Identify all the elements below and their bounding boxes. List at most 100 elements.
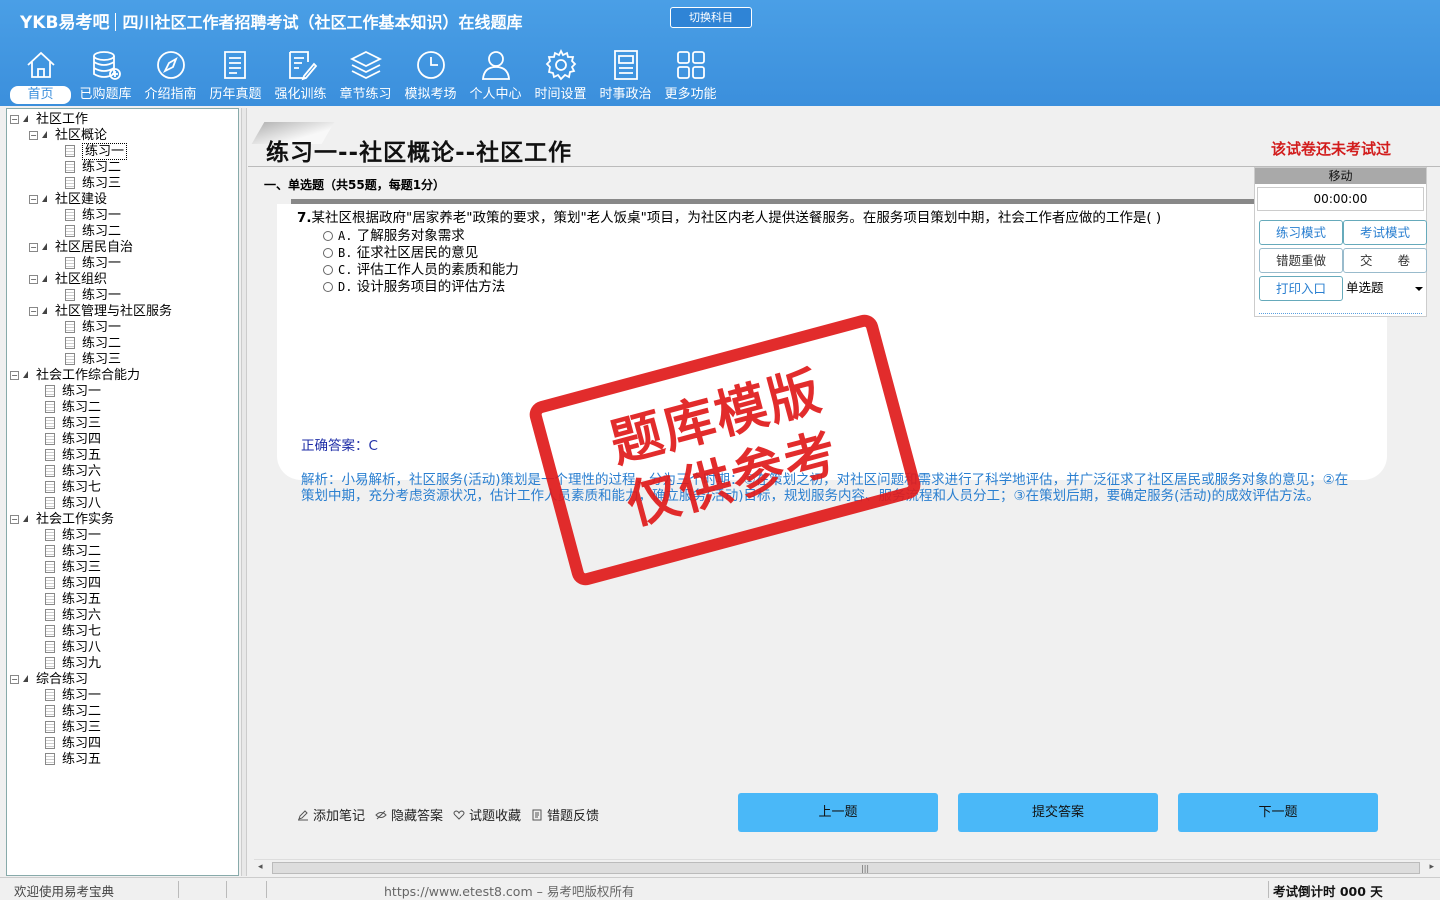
favorite-button[interactable]: 试题收藏 <box>453 805 521 824</box>
switch-subject-button[interactable]: 切换科目 <box>670 7 752 28</box>
tree-item-exercise[interactable]: 练习二 <box>45 704 101 720</box>
add-note-label: 添加笔记 <box>313 809 366 824</box>
tree-item-exercise[interactable]: 练习七 <box>45 624 101 640</box>
tree-item-exercise[interactable]: 练习三 <box>65 176 121 192</box>
tree-item-exercise[interactable]: 练习一 <box>45 528 101 544</box>
radio-button[interactable] <box>323 265 333 275</box>
tree-item-category[interactable]: − 社区建设 <box>29 192 107 208</box>
tree-item-exercise[interactable]: 练习四 <box>45 736 101 752</box>
nav-item-7[interactable]: 个人中心 <box>463 46 528 104</box>
tree-item-exercise[interactable]: 练习一 <box>65 256 121 272</box>
tree-item-label: 练习四 <box>62 576 102 591</box>
print-entry-button[interactable]: 打印入口 <box>1259 276 1343 301</box>
document-icon <box>45 497 55 509</box>
question-type-select[interactable]: 单选题 <box>1343 276 1427 301</box>
collapse-toggle-icon[interactable]: − <box>29 307 38 316</box>
tree-item-exercise[interactable]: 练习三 <box>45 720 101 736</box>
collapse-toggle-icon[interactable]: − <box>10 675 19 684</box>
nav-item-4[interactable]: 强化训练 <box>268 46 333 104</box>
add-note-button[interactable]: 添加笔记 <box>297 805 365 824</box>
pane-splitter[interactable] <box>241 108 247 876</box>
tree-item-exercise[interactable]: 练习一 <box>65 320 121 336</box>
tree-item-label: 练习二 <box>82 224 122 239</box>
tree-item-exercise[interactable]: 练习七 <box>45 480 101 496</box>
nav-item-0[interactable]: 首页 <box>8 46 73 104</box>
document-icon <box>45 753 55 765</box>
tree-item-exercise[interactable]: 练习五 <box>45 448 101 464</box>
radio-button[interactable] <box>323 282 333 292</box>
answer-option[interactable]: D. 设计服务项目的评估方法 <box>323 275 505 295</box>
nav-item-8[interactable]: 时间设置 <box>528 46 593 104</box>
prev-question-button[interactable]: 上一题 <box>738 793 938 832</box>
nav-item-2[interactable]: 介绍指南 <box>138 46 203 104</box>
nav-item-label: 强化训练 <box>274 87 327 102</box>
tree-item-exercise[interactable]: 练习三 <box>45 416 101 432</box>
option-text: 设计服务项目的评估方法 <box>356 279 506 295</box>
submit-paper-button[interactable]: 交 卷 <box>1343 248 1427 273</box>
tree-item-exercise[interactable]: 练习八 <box>45 496 101 512</box>
scrollbar-thumb[interactable]: ||| <box>272 862 1420 874</box>
tree-item-exercise[interactable]: 练习六 <box>45 608 101 624</box>
tree-item-exercise[interactable]: 练习三 <box>65 352 121 368</box>
next-question-button[interactable]: 下一题 <box>1178 793 1378 832</box>
tree-item-exercise[interactable]: 练习二 <box>45 544 101 560</box>
nav-item-label: 介绍指南 <box>144 87 197 102</box>
tree-item-exercise[interactable]: 练习八 <box>45 640 101 656</box>
hide-answer-button[interactable]: 隐藏答案 <box>375 805 443 824</box>
tree-item-exercise[interactable]: 练习三 <box>45 560 101 576</box>
tree-item-exercise[interactable]: 练习二 <box>45 400 101 416</box>
tree-item-category[interactable]: − 社区工作 <box>10 112 88 128</box>
tree-item-exercise[interactable]: 练习九 <box>45 656 101 672</box>
nav-item-5[interactable]: 章节练习 <box>333 46 398 104</box>
tree-item-category[interactable]: − 社会工作实务 <box>10 512 114 528</box>
collapse-toggle-icon[interactable]: − <box>10 515 19 524</box>
nav-item-9[interactable]: 时事政治 <box>593 46 658 104</box>
horizontal-scrollbar[interactable]: ◂ ||| ▸ <box>254 859 1440 875</box>
radio-button[interactable] <box>323 231 333 241</box>
tree-item-exercise[interactable]: 练习二 <box>65 224 121 240</box>
tree-item-exercise[interactable]: 练习一 <box>65 208 121 224</box>
collapse-toggle-icon[interactable]: − <box>29 275 38 284</box>
collapse-toggle-icon[interactable]: − <box>29 131 38 140</box>
tree-item-exercise[interactable]: 练习四 <box>45 432 101 448</box>
chapter-tree[interactable]: − 社区工作 − 社区概论 练习一 练习二 练习三 − 社区建设 练习一 练习二 − 社区居民自治 练习一… <box>6 108 239 876</box>
exam-mode-button[interactable]: 考试模式 <box>1343 220 1427 245</box>
tree-item-exercise[interactable]: 练习一 <box>65 143 128 160</box>
tree-item-category[interactable]: − 社区管理与社区服务 <box>29 304 172 320</box>
practice-mode-button[interactable]: 练习模式 <box>1259 220 1343 245</box>
nav-item-10[interactable]: 更多功能 <box>658 46 723 104</box>
tree-item-exercise[interactable]: 练习二 <box>65 160 121 176</box>
tree-item-exercise[interactable]: 练习五 <box>45 752 101 768</box>
tree-item-exercise[interactable]: 练习六 <box>45 464 101 480</box>
collapse-toggle-icon[interactable]: − <box>10 371 19 380</box>
tree-item-exercise[interactable]: 练习四 <box>45 576 101 592</box>
tree-item-category[interactable]: − 社区居民自治 <box>29 240 133 256</box>
nav-item-1[interactable]: 已购题库 <box>73 46 138 104</box>
collapse-toggle-icon[interactable]: − <box>10 115 19 124</box>
redo-wrong-button[interactable]: 错题重做 <box>1259 248 1343 273</box>
collapse-toggle-icon[interactable]: − <box>29 195 38 204</box>
nav-item-3[interactable]: 历年真题 <box>203 46 268 104</box>
tree-item-category[interactable]: − 社会工作综合能力 <box>10 368 140 384</box>
feedback-button[interactable]: 错题反馈 <box>531 805 599 824</box>
scroll-right-icon[interactable]: ▸ <box>1429 862 1434 872</box>
radio-button[interactable] <box>323 248 333 258</box>
status-divider <box>266 881 267 898</box>
collapse-toggle-icon[interactable]: − <box>29 243 38 252</box>
submit-answer-button[interactable]: 提交答案 <box>958 793 1158 832</box>
tree-item-exercise[interactable]: 练习一 <box>45 384 101 400</box>
document-icon <box>45 449 55 461</box>
tree-item-category[interactable]: − 社区组织 <box>29 272 107 288</box>
tree-item-exercise[interactable]: 练习二 <box>65 336 121 352</box>
tree-item-category[interactable]: − 综合练习 <box>10 672 88 688</box>
tree-item-exercise[interactable]: 练习一 <box>65 288 121 304</box>
tree-item-category[interactable]: − 社区概论 <box>29 128 107 144</box>
nav-item-6[interactable]: 模拟考场 <box>398 46 463 104</box>
folder-icon <box>23 371 28 378</box>
tree-item-label: 练习八 <box>62 496 102 511</box>
tree-item-exercise[interactable]: 练习五 <box>45 592 101 608</box>
question-text: 7.某社区根据政府"居家养老"政策的要求，策划"老人饭桌"项目，为社区内老人提供… <box>297 206 1161 226</box>
tree-item-exercise[interactable]: 练习一 <box>45 688 101 704</box>
control-panel-drag-handle[interactable]: 移动 <box>1255 168 1426 184</box>
scroll-left-icon[interactable]: ◂ <box>258 862 263 872</box>
